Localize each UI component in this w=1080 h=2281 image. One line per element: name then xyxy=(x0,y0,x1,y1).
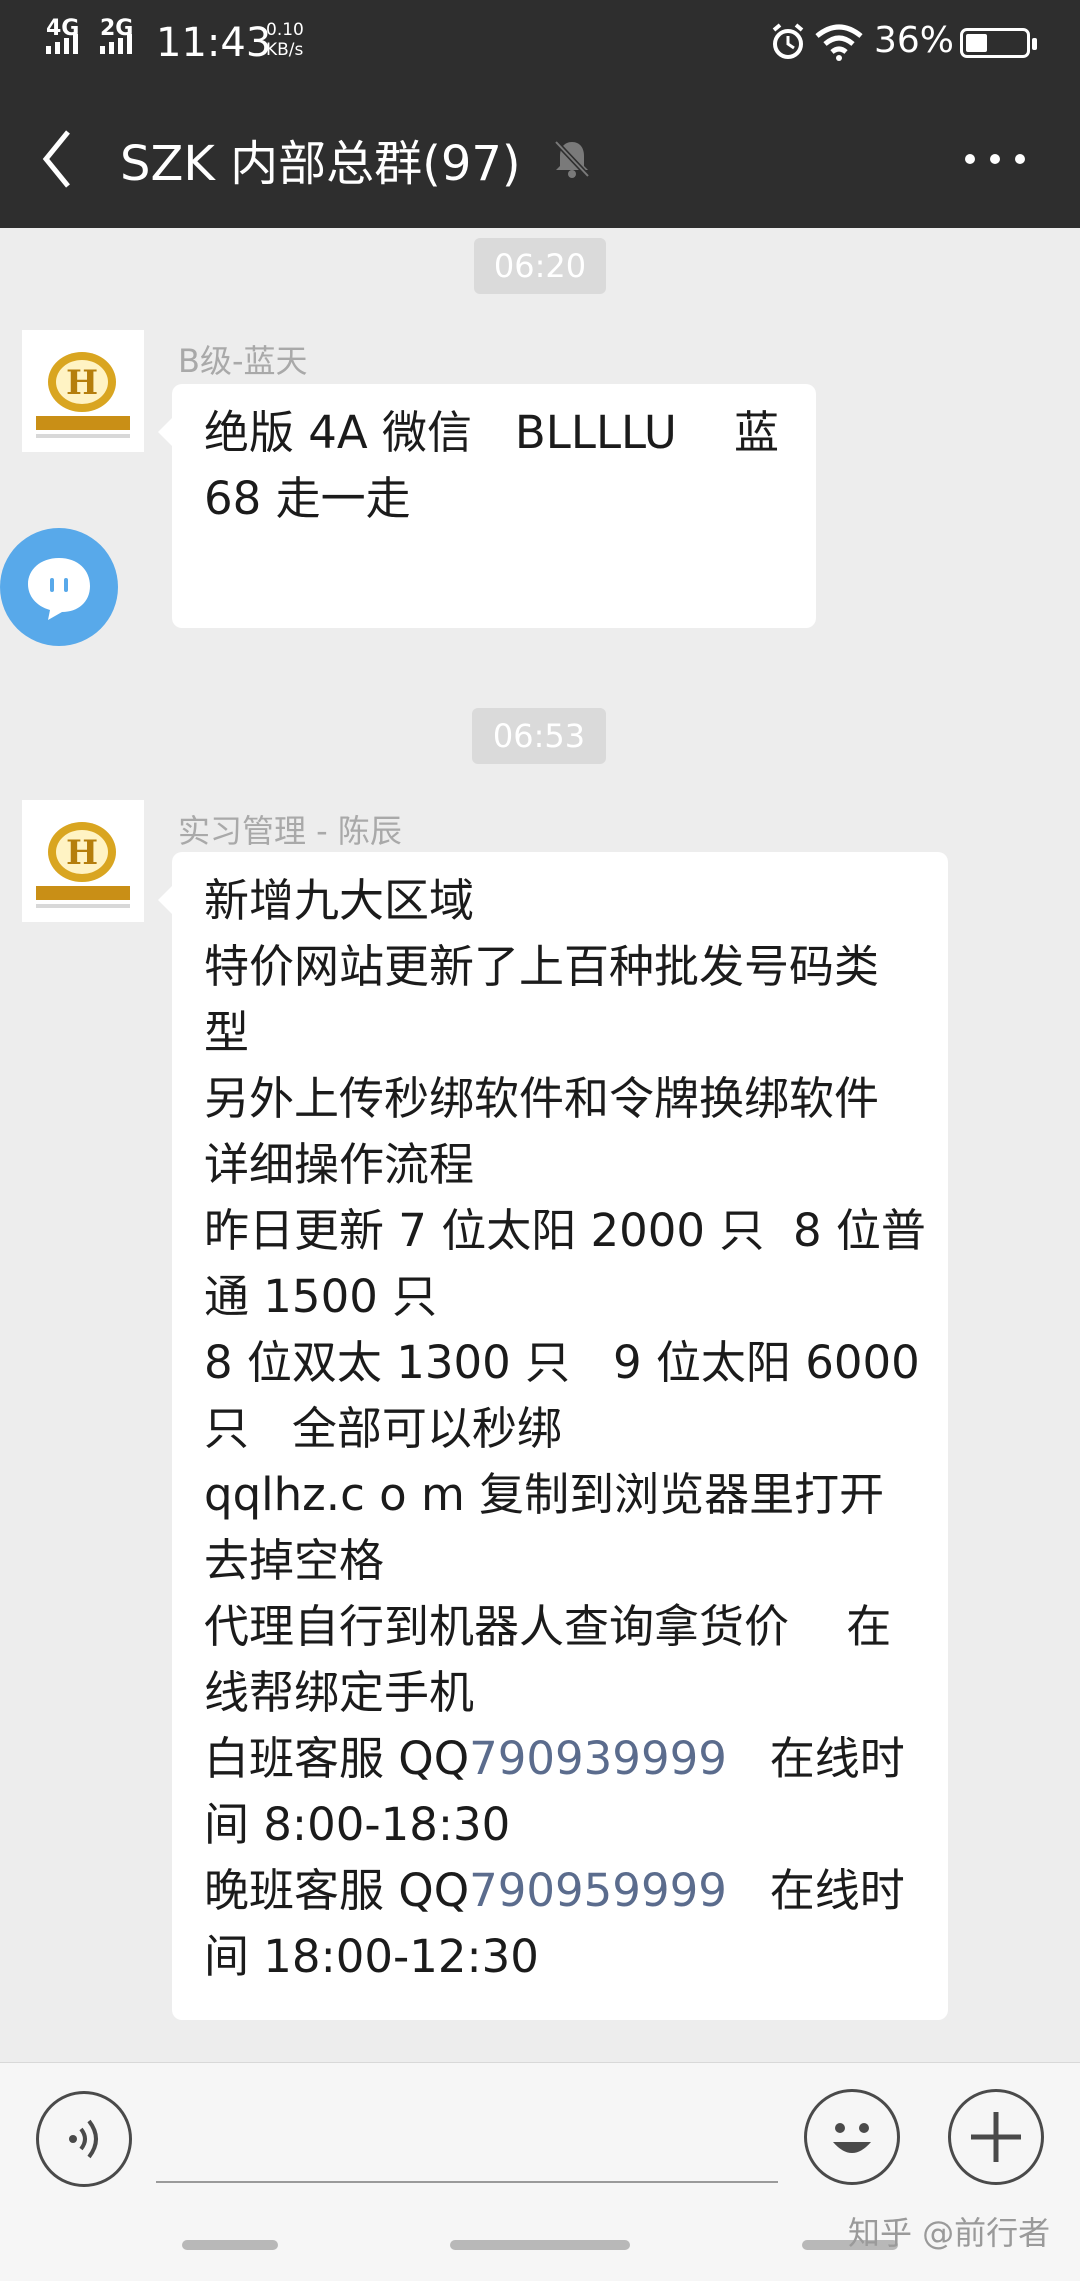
floating-assistant-ball[interactable] xyxy=(0,528,118,646)
qq-line: 间 18:00-12:30 xyxy=(204,1924,916,1990)
chat-bubble-icon xyxy=(28,558,90,620)
emoji-icon xyxy=(833,2123,871,2153)
message-line: 另外上传秒绑软件和令牌换绑软件 xyxy=(204,1072,880,1125)
message-line: 只 全部可以秒绑 xyxy=(204,1402,562,1455)
svg-text:H: H xyxy=(66,833,98,873)
wifi-icon xyxy=(815,24,863,61)
qq-number-link[interactable]: 790959999 xyxy=(469,1864,727,1917)
message-line: 详细操作流程 xyxy=(204,1138,475,1191)
qq-suffix: 间 8:00-18:30 xyxy=(204,1798,511,1851)
sender-name: B级-蓝天 xyxy=(178,342,308,380)
battery-percentage: 36% xyxy=(874,20,955,61)
chevron-left-icon[interactable] xyxy=(38,124,98,194)
nav-hint-home[interactable] xyxy=(450,2240,630,2250)
message-line: 代理自行到机器人查询拿货价 在 xyxy=(204,1600,892,1653)
status-bar: 4G 2G 11:43 0.10 KB/s 36% xyxy=(0,0,1080,84)
sender-name: 实习管理 - 陈辰 xyxy=(178,812,402,850)
plus-button[interactable] xyxy=(948,2089,1044,2185)
message-line: qqlhz.c o m 复制到浏览器里打开 xyxy=(204,1468,885,1521)
avatar[interactable]: H xyxy=(22,800,144,922)
message-line: 新增九大区域 xyxy=(204,874,475,927)
network-speed: 0.10 KB/s xyxy=(266,20,304,60)
message-line: 通 1500 只 xyxy=(204,1270,438,1323)
emoji-button[interactable] xyxy=(804,2089,900,2185)
qq-prefix: 晚班客服 QQ xyxy=(204,1864,470,1917)
signal-bars-icon-2 xyxy=(100,34,132,54)
nav-hint-left[interactable] xyxy=(182,2240,278,2250)
plus-icon xyxy=(971,2112,1021,2162)
chat-title[interactable]: SZK 内部总群(97) xyxy=(120,124,521,194)
qq-line: 晚班客服 QQ790959999 在线时 xyxy=(204,1858,916,1924)
qq-prefix: 白班客服 QQ xyxy=(204,1732,470,1785)
timestamp: 06:20 xyxy=(474,238,606,294)
qq-line: 间 8:00-18:30 xyxy=(204,1792,916,1858)
top-bar: 4G 2G 11:43 0.10 KB/s 36% SZK 内部总群(97) xyxy=(0,0,1080,228)
message-input[interactable] xyxy=(156,2181,778,2183)
voice-icon xyxy=(69,2119,98,2159)
qq-line: 白班客服 QQ790939999 在线时 xyxy=(204,1726,916,1792)
qq-number-link[interactable]: 790939999 xyxy=(469,1732,727,1785)
alarm-icon xyxy=(772,23,804,59)
speed-value: 0.10 xyxy=(266,20,304,40)
message-line: 68 走一走 xyxy=(204,472,411,525)
message-line: 特价网站更新了上百种批发号码类 xyxy=(204,940,880,993)
qq-suffix: 在线时 xyxy=(726,1732,905,1785)
avatar[interactable]: H xyxy=(22,330,144,452)
message-line: 绝版 4A 微信 BLLLLU 蓝 xyxy=(204,406,780,459)
message-line: 8 位双太 1300 只 9 位太阳 6000 xyxy=(204,1336,920,1389)
bell-off-icon xyxy=(554,140,590,178)
logo-icon: H xyxy=(36,822,130,908)
more-dots-icon[interactable] xyxy=(960,134,1030,184)
svg-text:H: H xyxy=(66,363,98,403)
logo-icon: H xyxy=(36,352,130,438)
message-line: 去掉空格 xyxy=(204,1534,385,1587)
message-line: 昨日更新 7 位太阳 2000 只 8 位普 xyxy=(204,1204,926,1257)
message-line: 线帮绑定手机 xyxy=(204,1666,475,1719)
signal-bars-icon xyxy=(46,34,78,54)
message-bubble[interactable]: 绝版 4A 微信 BLLLLU 蓝 68 走一走 xyxy=(158,384,816,628)
voice-button[interactable] xyxy=(36,2091,132,2187)
watermark: 知乎 @前行者 xyxy=(848,2214,1051,2252)
battery-icon xyxy=(960,28,1037,58)
qq-suffix: 间 18:00-12:30 xyxy=(204,1930,539,1983)
chat-header: SZK 内部总群(97) xyxy=(0,84,1080,228)
message-bubble[interactable]: 新增九大区域 特价网站更新了上百种批发号码类 型 另外上传秒绑软件和令牌换绑软件… xyxy=(158,852,948,2020)
speed-unit: KB/s xyxy=(266,40,304,60)
timestamp: 06:53 xyxy=(472,708,606,764)
qq-suffix: 在线时 xyxy=(726,1864,905,1917)
message-line: 型 xyxy=(204,1006,250,1059)
clock: 11:43 xyxy=(156,20,272,66)
